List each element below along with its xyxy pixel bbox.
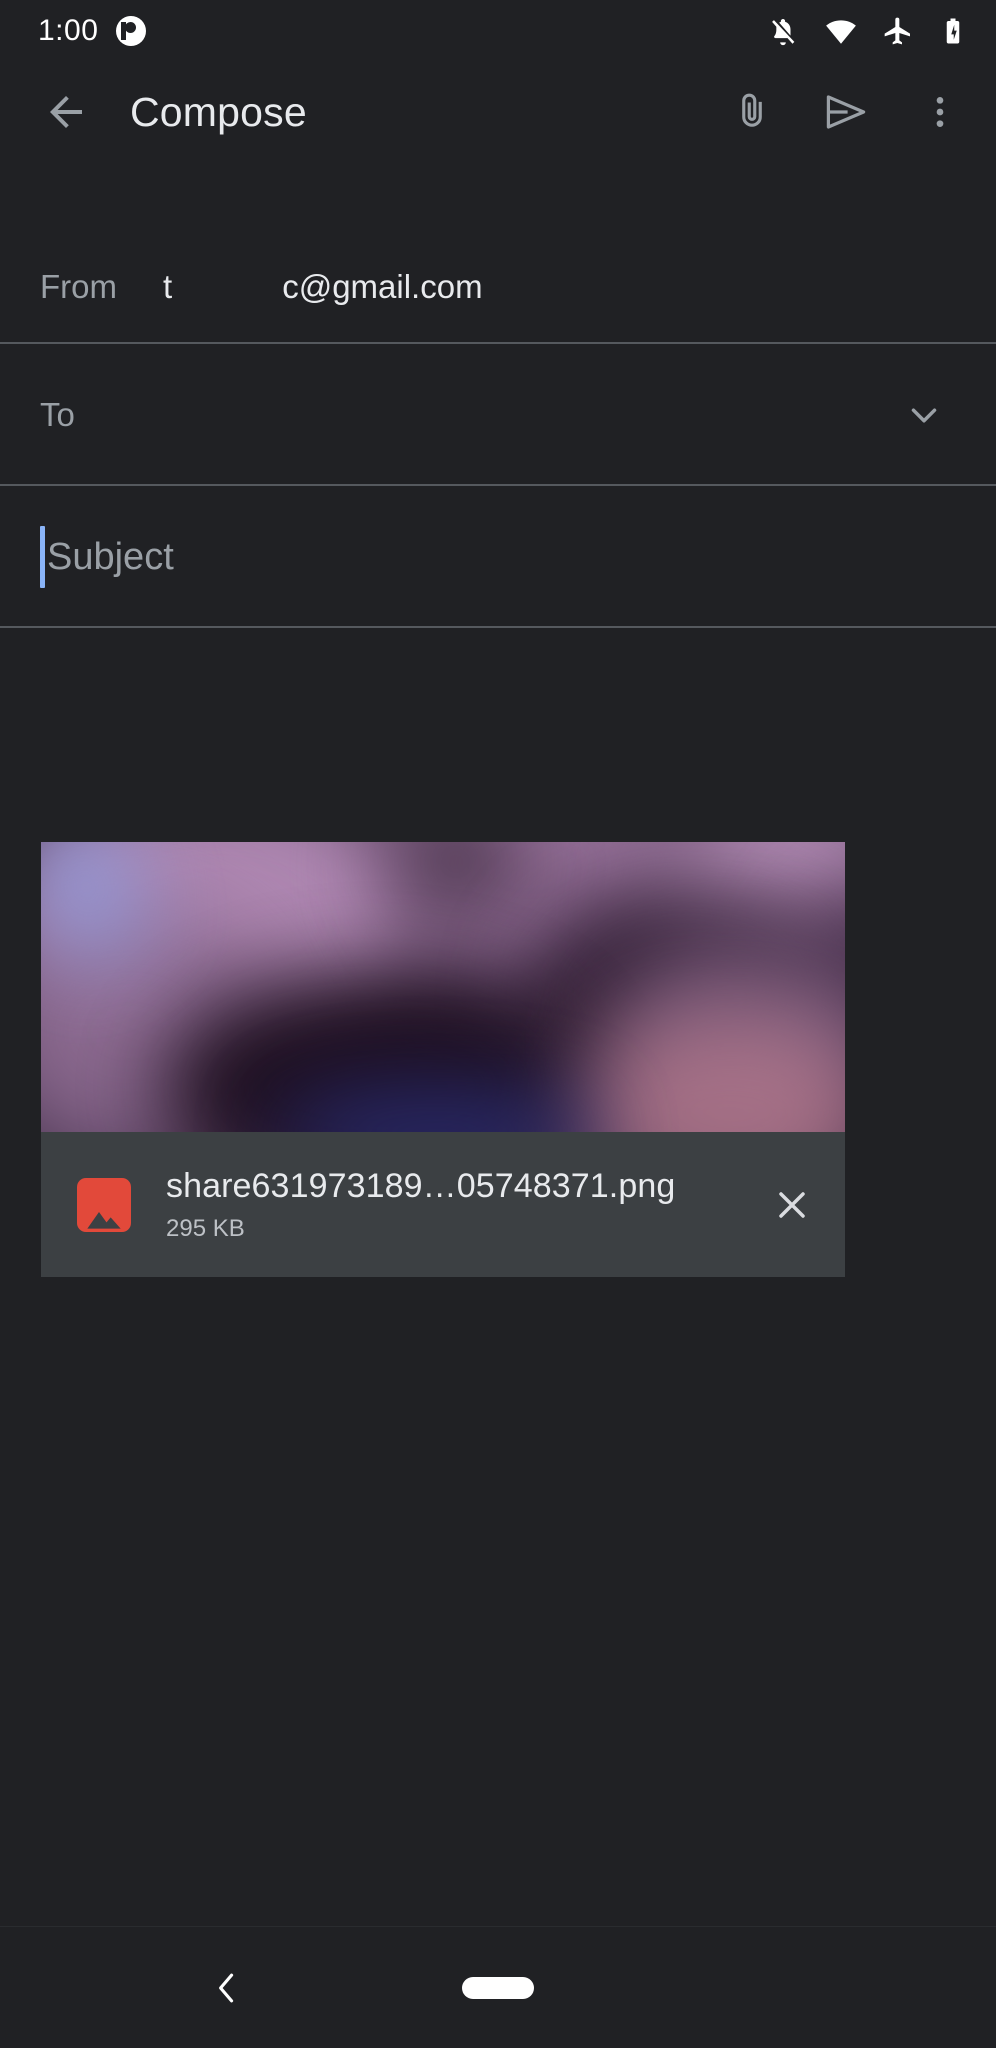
wifi-icon — [826, 20, 856, 44]
to-field[interactable]: To — [0, 345, 996, 485]
system-navigation-bar — [0, 1926, 996, 2048]
remove-attachment-button[interactable] — [747, 1160, 837, 1250]
overflow-menu-icon — [936, 97, 944, 127]
attachment-file-size: 295 KB — [166, 1214, 245, 1242]
image-file-icon — [77, 1177, 131, 1232]
status-bar-left: 1:00 — [38, 14, 147, 48]
page-title: Compose — [130, 88, 307, 135]
notifications-silenced-icon — [772, 18, 795, 46]
recipients-expand-button[interactable] — [882, 373, 966, 457]
attachment-text: share631973189…05748371.png 295 KB — [166, 1167, 747, 1243]
battery-charging-icon — [946, 18, 960, 44]
airplane-mode-icon — [884, 17, 910, 45]
message-body-area[interactable]: share631973189…05748371.png 295 KB — [0, 629, 996, 1868]
close-icon — [779, 1191, 805, 1218]
app-bar-actions — [710, 70, 982, 154]
attachment-meta: share631973189…05748371.png 295 KB — [41, 1132, 845, 1277]
divider-subject — [0, 626, 996, 628]
back-arrow-icon — [50, 96, 82, 128]
status-bar-right — [766, 14, 968, 48]
send-button[interactable] — [804, 70, 888, 154]
divider-to — [0, 484, 996, 486]
system-back-button[interactable] — [192, 1953, 262, 2023]
attachment-thumbnail[interactable] — [41, 842, 845, 1132]
from-field[interactable]: From t c@gmail.com — [0, 232, 996, 342]
status-bar: 1:00 — [0, 0, 996, 62]
attachment-card[interactable]: share631973189…05748371.png 295 KB — [41, 842, 845, 1277]
text-caret — [40, 526, 45, 588]
from-address: t c@gmail.com — [163, 268, 483, 305]
more-options-button[interactable] — [898, 70, 982, 154]
status-bar-clock: 1:00 — [38, 14, 99, 47]
back-button[interactable] — [24, 70, 108, 154]
compose-screen: 1:00 Compose From t c@gmail.com To Subje… — [0, 0, 996, 2048]
chevron-down-icon — [911, 408, 937, 423]
chevron-back-icon — [219, 1973, 234, 2002]
paperclip-icon — [742, 93, 762, 127]
clock-app-icon — [116, 16, 147, 46]
app-bar: Compose — [0, 62, 996, 162]
to-placeholder: To — [40, 396, 75, 433]
from-label: From — [40, 268, 117, 305]
attachment-file-name: share631973189…05748371.png — [166, 1166, 676, 1205]
subject-field[interactable]: Subject — [0, 487, 996, 627]
attach-file-button[interactable] — [710, 70, 794, 154]
home-pill-indicator[interactable] — [462, 1976, 534, 1999]
subject-placeholder: Subject — [47, 535, 174, 578]
divider-from — [0, 342, 996, 344]
send-icon — [826, 95, 866, 129]
